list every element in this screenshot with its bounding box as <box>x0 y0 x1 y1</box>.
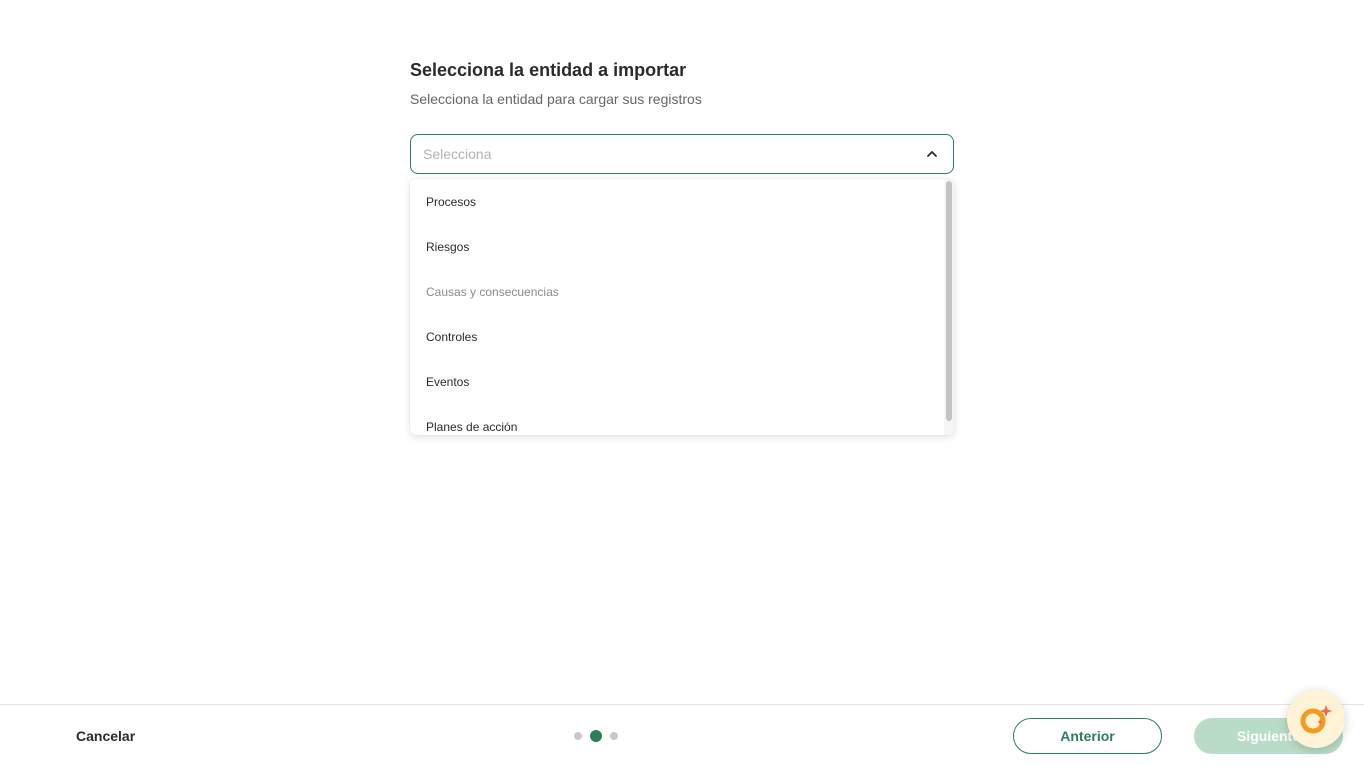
entity-option[interactable]: Eventos <box>410 359 944 404</box>
chevron-up-icon <box>925 147 939 161</box>
step-dot <box>610 732 618 740</box>
step-dot-active <box>590 730 602 742</box>
entity-select[interactable]: Selecciona <box>410 134 954 174</box>
previous-button[interactable]: Anterior <box>1013 718 1162 754</box>
entity-dropdown: Procesos Riesgos Causas y consecuencias Con… <box>410 179 954 435</box>
entity-option: Causas y consecuencias <box>426 284 559 299</box>
page-subtitle: Selecciona la entidad para cargar sus re… <box>410 91 702 107</box>
wizard-footer: Cancelar Anterior Siguiente <box>0 704 1364 767</box>
assistant-button[interactable] <box>1287 690 1345 748</box>
entity-option[interactable]: Procesos <box>410 179 944 224</box>
entity-option[interactable]: Riesgos <box>410 224 944 269</box>
step-indicator <box>574 730 618 742</box>
page-title: Selecciona la entidad a importar <box>410 60 687 80</box>
entity-select-placeholder: Selecciona <box>423 146 492 162</box>
import-wizard-page: Selecciona la entidad a importar Selecci… <box>0 0 1364 767</box>
entity-option[interactable]: Planes de acción <box>410 404 944 435</box>
entity-option-list: Procesos Riesgos Causas y consecuencias Con… <box>410 179 944 435</box>
dropdown-scrollbar-thumb[interactable] <box>946 181 952 421</box>
dropdown-scrollbar[interactable] <box>944 179 954 435</box>
ai-assistant-icon <box>1300 705 1332 734</box>
entity-option[interactable]: Controles <box>410 314 944 359</box>
cancel-button[interactable]: Cancelar <box>76 728 135 744</box>
step-dot <box>574 732 582 740</box>
